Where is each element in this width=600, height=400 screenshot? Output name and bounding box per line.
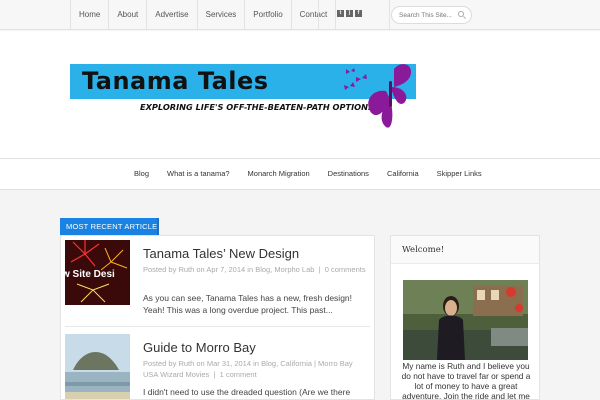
welcome-text: My name is Ruth and I believe you do not… xyxy=(401,361,531,400)
main-nav: Blog What is a tanama? Monarch Migration… xyxy=(0,158,600,190)
thumb-text: w Site Desi xyxy=(65,269,115,280)
post-title[interactable]: Guide to Morro Bay xyxy=(143,340,256,355)
logo-title: Tanama Tales xyxy=(82,67,269,95)
top-nav-advertise[interactable]: Advertise xyxy=(147,0,198,30)
logo-tagline: Exploring Life's Off-the-Beaten-Path Opt… xyxy=(140,102,374,112)
top-nav: Home About Advertise Services Portfolio … xyxy=(70,0,337,30)
post-author[interactable]: Ruth xyxy=(178,265,194,274)
welcome-photo xyxy=(403,280,528,360)
post-tag[interactable]: USA Wizard Movies xyxy=(143,370,209,379)
main-nav-what-is-tanama[interactable]: What is a tanama? xyxy=(158,159,239,189)
sidebar-welcome: Welcome! My name is Ruth and I believe y… xyxy=(390,235,540,400)
main-nav-skipper-links[interactable]: Skipper Links xyxy=(428,159,491,189)
butterfly-icon xyxy=(368,64,412,128)
post-excerpt: As you can see, Tanama Tales has a new, … xyxy=(143,293,353,315)
main-nav-blog[interactable]: Blog xyxy=(125,159,158,189)
post-categories[interactable]: Blog, Morpho Lab xyxy=(255,265,314,274)
rss-icon[interactable]: ) xyxy=(346,10,353,17)
main-nav-monarch-migration[interactable]: Monarch Migration xyxy=(239,159,319,189)
post-tag[interactable]: Morro Bay xyxy=(318,359,353,368)
top-nav-about[interactable]: About xyxy=(109,0,148,30)
site-logo[interactable]: Tanama Tales Exploring Life's Off-the-Be… xyxy=(70,61,416,161)
post-meta: Posted by Ruth on Mar 31, 2014 in Blog, … xyxy=(143,359,353,379)
post-comments[interactable]: 0 comments xyxy=(325,265,366,274)
top-bar: Home About Advertise Services Portfolio … xyxy=(0,0,600,30)
social-links: t ) f xyxy=(318,0,390,30)
post-categories[interactable]: Blog, California xyxy=(261,359,312,368)
main-nav-california[interactable]: California xyxy=(378,159,428,189)
post-title[interactable]: Tanama Tales’ New Design xyxy=(143,246,299,261)
post-meta: Posted by Ruth on Apr 7, 2014 in Blog, M… xyxy=(143,265,366,274)
site-header: Tanama Tales Exploring Life's Off-the-Be… xyxy=(0,31,600,158)
post-comments[interactable]: 1 comment xyxy=(220,370,257,379)
post-divider xyxy=(65,326,370,327)
search-icon[interactable] xyxy=(458,11,464,17)
post-author[interactable]: Ruth xyxy=(178,359,194,368)
post-thumbnail[interactable] xyxy=(65,334,130,399)
top-nav-home[interactable]: Home xyxy=(71,0,110,30)
top-nav-portfolio[interactable]: Portfolio xyxy=(245,0,292,30)
post-item: w Site Desi Tanama Tales’ New Design Pos… xyxy=(65,240,370,327)
post-excerpt: I didn't need to use the dreaded questio… xyxy=(143,387,351,397)
main-nav-destinations[interactable]: Destinations xyxy=(319,159,378,189)
recent-articles-label: MOST RECENT ARTICLE xyxy=(60,218,159,235)
top-nav-services[interactable]: Services xyxy=(198,0,246,30)
post-item: Guide to Morro Bay Posted by Ruth on Mar… xyxy=(65,334,370,400)
welcome-heading: Welcome! xyxy=(391,236,539,264)
twitter-icon[interactable]: t xyxy=(337,10,344,17)
facebook-icon[interactable]: f xyxy=(355,10,362,17)
post-thumbnail[interactable]: w Site Desi xyxy=(65,240,130,305)
